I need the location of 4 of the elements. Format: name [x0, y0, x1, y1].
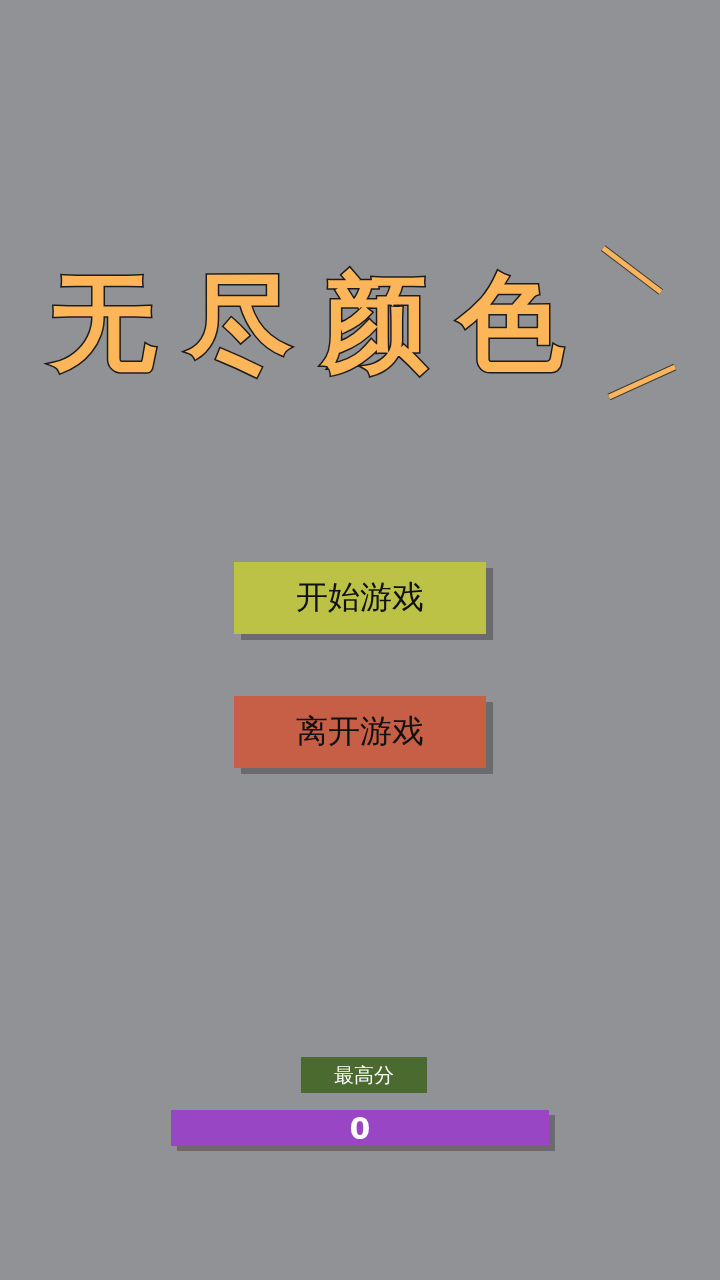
high-score-label: 最高分	[301, 1057, 427, 1093]
game-title: 无尽颜色	[50, 266, 595, 379]
slash-line-icon	[600, 245, 664, 295]
slash-line-icon	[606, 364, 678, 400]
